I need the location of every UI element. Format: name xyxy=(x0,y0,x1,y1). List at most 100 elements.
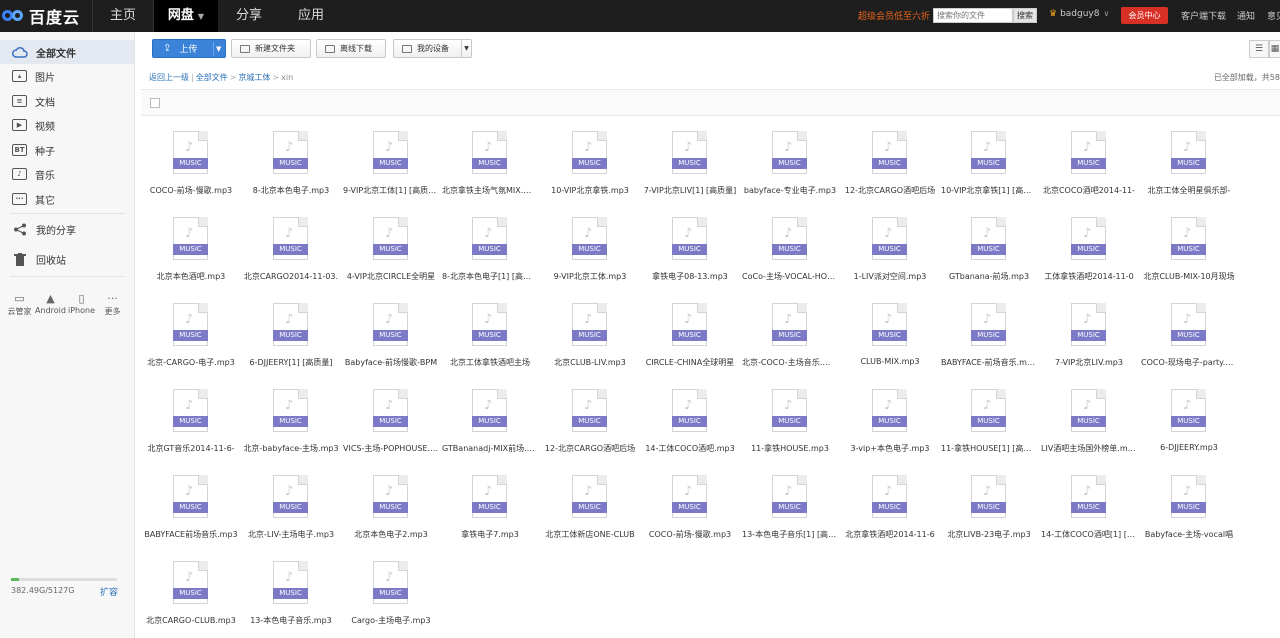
file-name[interactable]: 北京LIVB-23电子.mp3 xyxy=(941,529,1037,540)
file-name[interactable]: CIRCLE-CHINA全球明星 xyxy=(642,357,738,368)
file-tile[interactable]: ♪ MUSIC 北京COCO酒吧2014-11- xyxy=(1039,125,1139,209)
device-iphone[interactable]: ▯ iPhone xyxy=(66,292,97,317)
file-tile[interactable]: ♪ MUSIC 12-北京CARGO酒吧后场 xyxy=(540,383,640,467)
file-name[interactable]: 10-VIP北京拿铁.mp3 xyxy=(542,185,638,196)
file-name[interactable]: 14-工体COCO酒吧[1] [高质量] xyxy=(1041,529,1137,540)
file-name[interactable]: 工体拿铁酒吧2014-11-0 xyxy=(1041,271,1137,282)
file-name[interactable]: 北京CLUB-LIV.mp3 xyxy=(542,357,638,368)
expand-storage-link[interactable]: 扩容 xyxy=(100,585,118,598)
file-tile[interactable]: ♪ MUSIC 北京CARGO2014-11-03. xyxy=(241,211,341,295)
file-tile[interactable]: ♪ MUSIC BABYFACE-前场音乐.mp3 xyxy=(939,297,1039,381)
file-name[interactable]: 北京拿铁酒吧2014-11-6 xyxy=(842,529,938,540)
file-name[interactable]: 北京CARGO-CLUB.mp3 xyxy=(143,615,239,626)
file-tile[interactable]: ♪ MUSIC GTbanana-前场.mp3 xyxy=(939,211,1039,295)
file-name[interactable]: 北京工体新店ONE-CLUB xyxy=(542,529,638,540)
file-name[interactable]: 北京CARGO2014-11-03. xyxy=(243,271,339,282)
file-tile[interactable]: ♪ MUSIC 1-LIV派对空间.mp3 xyxy=(840,211,940,295)
file-name[interactable]: 北京本色酒吧.mp3 xyxy=(143,271,239,282)
file-name[interactable]: VICS-主场-POPHOUSE.mp3 xyxy=(343,443,439,454)
file-name[interactable]: 北京COCO酒吧2014-11- xyxy=(1041,185,1137,196)
file-name[interactable]: 14-工体COCO酒吧.mp3 xyxy=(642,443,738,454)
file-name[interactable]: 12-北京CARGO酒吧后场 xyxy=(842,185,938,196)
sidebar-item-documents[interactable]: ≡ 文档 xyxy=(0,89,134,113)
file-name[interactable]: 7-VIP北京LIV[1] [高质量] xyxy=(642,185,738,196)
file-name[interactable]: BABYFACE前场音乐.mp3 xyxy=(143,529,239,540)
file-name[interactable]: 拿铁电子7.mp3 xyxy=(442,529,538,540)
nav-tab-home[interactable]: 主页 xyxy=(93,0,153,32)
file-tile[interactable]: ♪ MUSIC 13-本色电子音乐.mp3 xyxy=(241,555,341,638)
file-tile[interactable]: ♪ MUSIC 11-拿铁HOUSE[1] [高质量] xyxy=(939,383,1039,467)
feedback-link[interactable]: 意见 xyxy=(1267,9,1280,22)
user-menu[interactable]: ♛ badguy8 ∨ xyxy=(1049,9,1109,19)
device-more[interactable]: ··· 更多 xyxy=(97,292,128,317)
file-name[interactable]: 北京-COCO-主场音乐.mp3 xyxy=(742,357,838,368)
file-name[interactable]: COCO-前场-慢歌.mp3 xyxy=(642,529,738,540)
file-tile[interactable]: ♪ MUSIC 9-VIP北京工体.mp3 xyxy=(540,211,640,295)
file-name[interactable]: 8-北京本色电子[1] [高质量] xyxy=(442,271,538,282)
sidebar-item-all-files[interactable]: 全部文件 xyxy=(0,40,134,64)
file-tile[interactable]: ♪ MUSIC 4-VIP北京CIRCLE全明星 xyxy=(341,211,441,295)
file-tile[interactable]: ♪ MUSIC 北京CLUB-LIV.mp3 xyxy=(540,297,640,381)
file-name[interactable]: 4-VIP北京CIRCLE全明星 xyxy=(343,271,439,282)
breadcrumb-back-link[interactable]: 返回上一级 xyxy=(149,73,189,82)
file-name[interactable]: LIV酒吧主场国外榜单.mp3 xyxy=(1041,443,1137,454)
file-name[interactable]: Babyface-前场慢歌-BPM xyxy=(343,357,439,368)
sidebar-item-my-shares[interactable]: 我的分享 xyxy=(0,217,134,241)
notifications-link[interactable]: 通知 xyxy=(1237,9,1255,22)
file-name[interactable]: 13-本色电子音乐.mp3 xyxy=(243,615,339,626)
upload-button[interactable]: ⇪ 上传 ▼ xyxy=(152,39,226,58)
file-tile[interactable]: ♪ MUSIC COCO-前场-慢歌.mp3 xyxy=(640,469,740,553)
file-tile[interactable]: ♪ MUSIC 北京拿铁酒吧2014-11-6 xyxy=(840,469,940,553)
file-tile[interactable]: ♪ MUSIC 14-工体COCO酒吧[1] [高质量] xyxy=(1039,469,1139,553)
file-name[interactable]: 12-北京CARGO酒吧后场 xyxy=(542,443,638,454)
file-tile[interactable]: ♪ MUSIC babyface-专业电子.mp3 xyxy=(740,125,840,209)
file-name[interactable]: COCO-前场-慢歌.mp3 xyxy=(143,185,239,196)
file-name[interactable]: 6-DJJEERY[1] [高质量] xyxy=(243,357,339,368)
file-tile[interactable]: ♪ MUSIC 7-VIP北京LIV.mp3 xyxy=(1039,297,1139,381)
my-devices-button[interactable]: 我的设备 ▼ xyxy=(393,39,472,58)
file-name[interactable]: 北京-CARGO-电子.mp3 xyxy=(143,357,239,368)
file-name[interactable]: 3-vip+本色电子.mp3 xyxy=(842,443,938,454)
file-name[interactable]: 8-北京本色电子.mp3 xyxy=(243,185,339,196)
file-tile[interactable]: ♪ MUSIC 北京LIVB-23电子.mp3 xyxy=(939,469,1039,553)
file-tile[interactable]: ♪ MUSIC COCO-前场-慢歌.mp3 xyxy=(141,125,241,209)
file-tile[interactable]: ♪ MUSIC 8-北京本色电子.mp3 xyxy=(241,125,341,209)
file-name[interactable]: 北京CLUB-MIX-10月现场 xyxy=(1141,271,1237,282)
nav-tab-netdisk[interactable]: 网盘 ▼ xyxy=(154,0,218,32)
file-tile[interactable]: ♪ MUSIC 12-北京CARGO酒吧后场 xyxy=(840,125,940,209)
file-tile[interactable]: ♪ MUSIC 北京CLUB-MIX-10月现场 xyxy=(1139,211,1239,295)
file-name[interactable]: 9-VIP北京工体.mp3 xyxy=(542,271,638,282)
file-name[interactable]: Babyface-主场-vocal唱 xyxy=(1141,529,1237,540)
file-tile[interactable]: ♪ MUSIC 11-拿铁HOUSE.mp3 xyxy=(740,383,840,467)
file-tile[interactable]: ♪ MUSIC VICS-主场-POPHOUSE.mp3 xyxy=(341,383,441,467)
file-name[interactable]: Cargo-主场电子.mp3 xyxy=(343,615,439,626)
file-tile[interactable]: ♪ MUSIC Babyface-主场-vocal唱 xyxy=(1139,469,1239,553)
file-tile[interactable]: ♪ MUSIC 北京工体新店ONE-CLUB xyxy=(540,469,640,553)
file-tile[interactable]: ♪ MUSIC 北京本色电子2.mp3 xyxy=(341,469,441,553)
sidebar-item-other[interactable]: ··· 其它 xyxy=(0,187,134,211)
search-input[interactable] xyxy=(933,8,1013,23)
file-name[interactable]: GTBananadj-MIX前场.mp3 xyxy=(442,443,538,454)
new-folder-button[interactable]: 新建文件夹 xyxy=(231,39,311,58)
file-tile[interactable]: ♪ MUSIC 14-工体COCO酒吧.mp3 xyxy=(640,383,740,467)
file-tile[interactable]: ♪ MUSIC 8-北京本色电子[1] [高质量] xyxy=(440,211,540,295)
file-tile[interactable]: ♪ MUSIC 工体拿铁酒吧2014-11-0 xyxy=(1039,211,1139,295)
file-tile[interactable]: ♪ MUSIC 13-本色电子音乐[1] [高质量] xyxy=(740,469,840,553)
file-name[interactable]: 11-拿铁HOUSE.mp3 xyxy=(742,443,838,454)
file-tile[interactable]: ♪ MUSIC BABYFACE前场音乐.mp3 xyxy=(141,469,241,553)
file-tile[interactable]: ♪ MUSIC 北京本色酒吧.mp3 xyxy=(141,211,241,295)
file-tile[interactable]: ♪ MUSIC Cargo-主场电子.mp3 xyxy=(341,555,441,638)
sidebar-item-music[interactable]: ♪ 音乐 xyxy=(0,162,134,186)
file-tile[interactable]: ♪ MUSIC 北京GT音乐2014-11-6- xyxy=(141,383,241,467)
file-tile[interactable]: ♪ MUSIC 10-VIP北京拿铁.mp3 xyxy=(540,125,640,209)
file-tile[interactable]: ♪ MUSIC 9-VIP北京工体[1] [高质量] xyxy=(341,125,441,209)
grid-view-button[interactable]: ▦ xyxy=(1269,40,1280,58)
sidebar-item-videos[interactable]: ▶ 视频 xyxy=(0,113,134,137)
file-tile[interactable]: ♪ MUSIC 10-VIP北京拿铁[1] [高质量] xyxy=(939,125,1039,209)
file-tile[interactable]: ♪ MUSIC 6-DJJEERY[1] [高质量] xyxy=(241,297,341,381)
file-tile[interactable]: ♪ MUSIC 北京工体拿铁酒吧主场 xyxy=(440,297,540,381)
file-name[interactable]: GTbanana-前场.mp3 xyxy=(941,271,1037,282)
device-android[interactable]: ▲ Android xyxy=(35,292,66,317)
nav-tab-share[interactable]: 分享 xyxy=(218,0,280,32)
file-name[interactable]: 13-本色电子音乐[1] [高质量] xyxy=(742,529,838,540)
